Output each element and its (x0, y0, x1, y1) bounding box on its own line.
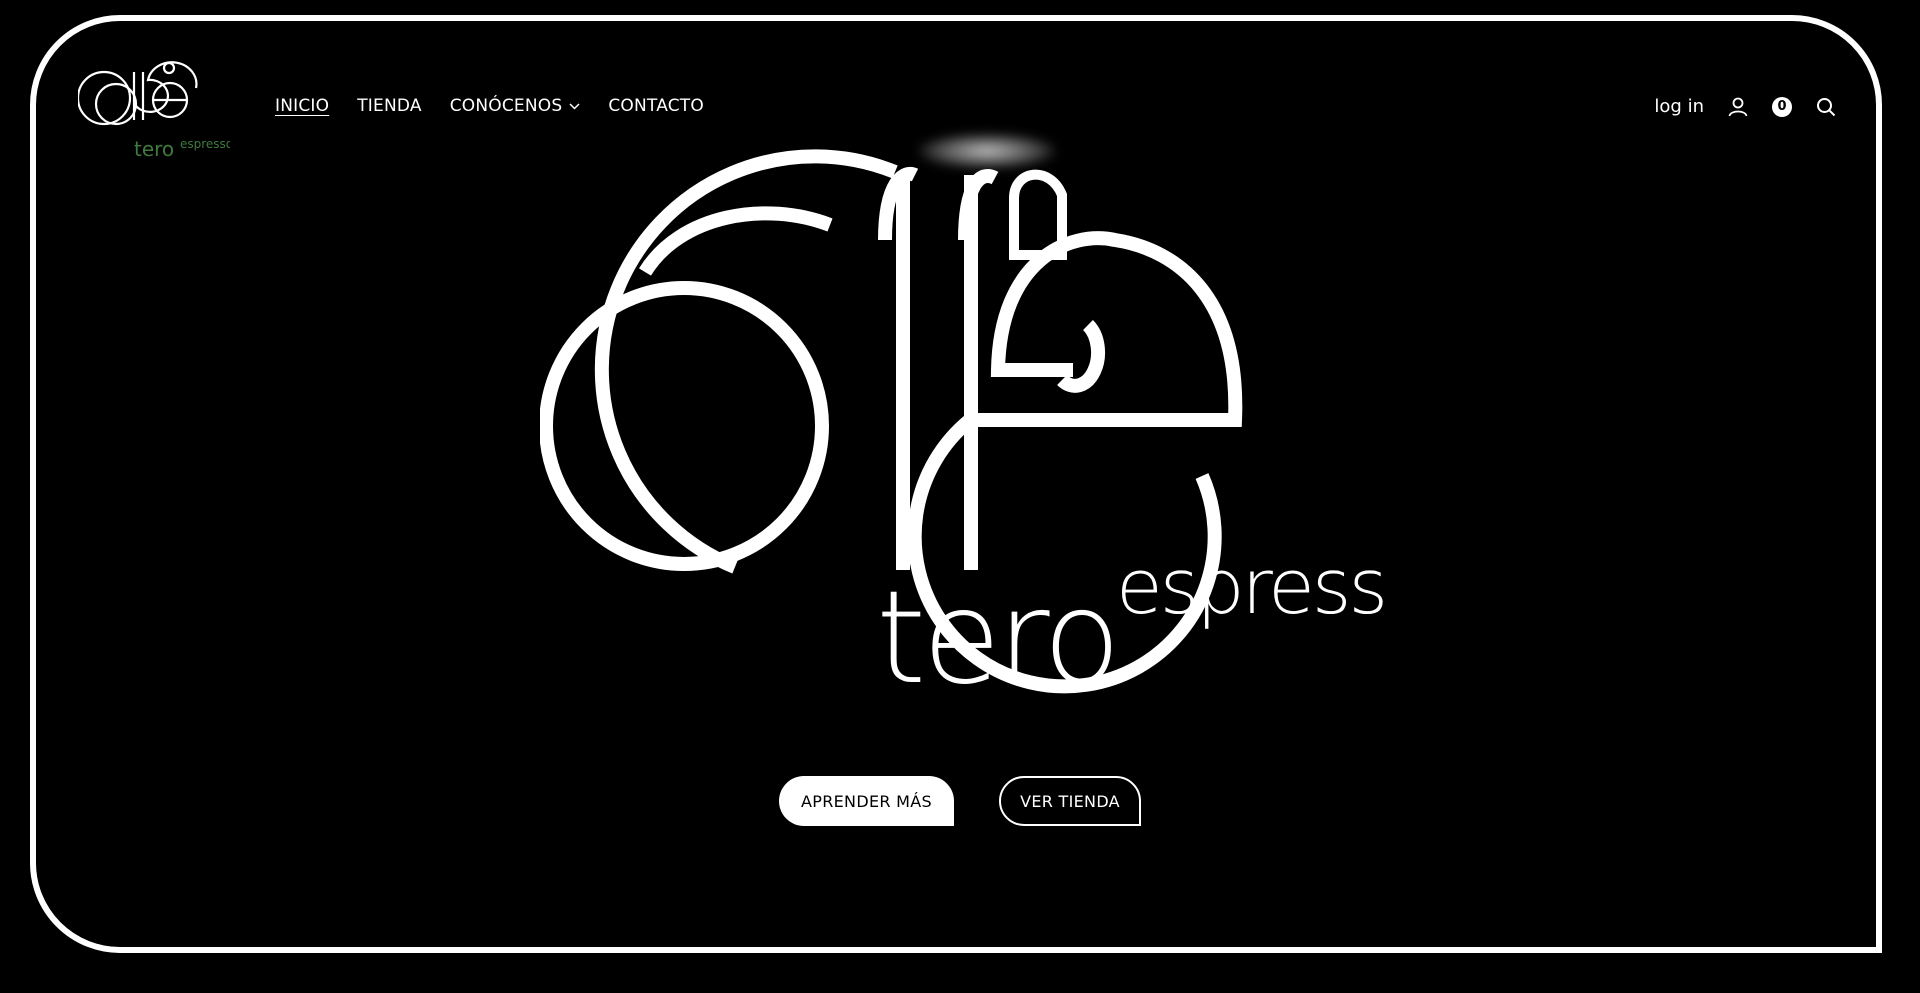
chevron-down-icon (569, 102, 580, 110)
hero-logo-sub1: tero (876, 564, 1117, 713)
nav-inicio[interactable]: INICIO (275, 96, 329, 116)
hero-logo-sub2: espresso (1116, 542, 1385, 631)
hero-logo: tero espresso (540, 149, 1385, 713)
main-nav: INICIO TIENDA CONÓCENOS CONTACTO (275, 96, 704, 116)
search-button[interactable] (1816, 97, 1836, 117)
account-button[interactable] (1728, 97, 1748, 117)
nav-contacto[interactable]: CONTACTO (608, 96, 704, 116)
learn-more-button[interactable]: APRENDER MÁS (779, 776, 954, 826)
header-logo-sub2: espresso (180, 137, 230, 151)
header-logo[interactable]: tero espresso (78, 60, 230, 160)
nav-tienda[interactable]: TIENDA (357, 96, 421, 116)
view-store-button[interactable]: VER TIENDA (999, 776, 1141, 826)
cart-count-badge: 0 (1772, 96, 1792, 117)
header-utilities: log in 0 (1654, 96, 1836, 117)
header-logo-sub1: tero (134, 137, 174, 160)
cart-button[interactable]: 0 (1772, 96, 1792, 117)
search-icon (1817, 97, 1836, 116)
login-link[interactable]: log in (1654, 96, 1704, 117)
nav-conocenos[interactable]: CONÓCENOS (450, 96, 581, 116)
user-icon (1728, 97, 1748, 116)
nav-conocenos-label: CONÓCENOS (449, 96, 563, 116)
